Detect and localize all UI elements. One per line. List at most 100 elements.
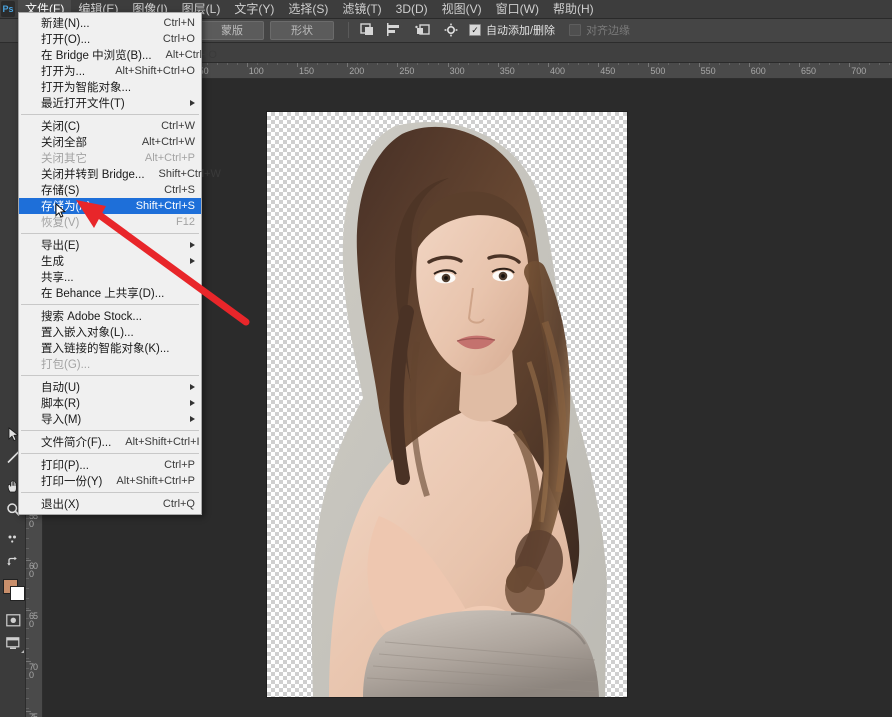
menu-item-shortcut: Ctrl+N: [163, 17, 195, 29]
auto-add-delete-checkbox[interactable]: ✓: [469, 24, 481, 36]
ruler-tick-label: 600: [750, 66, 766, 76]
menu-item-20[interactable]: 搜索 Adobe Stock...: [19, 308, 201, 324]
ruler-tick-label: 300: [449, 66, 465, 76]
path-operations-icon[interactable]: [357, 21, 377, 39]
menu-item-label: 打印(P)...: [41, 460, 89, 472]
menu-item-label: 打开为...: [41, 66, 86, 78]
menu-item-32[interactable]: 打印一份(Y) Alt+Shift+Ctrl+P: [19, 473, 201, 489]
quick-mask-icon[interactable]: [0, 609, 26, 632]
menu-item-shortcut: Ctrl+Q: [162, 498, 195, 510]
gear-icon[interactable]: [441, 21, 461, 39]
ruler-minor-tick: [26, 598, 29, 599]
menu-item-label: 共享...: [41, 272, 74, 284]
ruler-minor-tick: [26, 578, 29, 579]
ruler-tick-label: 250: [399, 66, 415, 76]
menu-item-label: 关闭并转到 Bridge...: [41, 169, 145, 181]
menubar-item-6[interactable]: 滤镜(T): [335, 0, 388, 18]
ruler-minor-tick: [26, 608, 29, 609]
menu-item-17[interactable]: 共享...: [19, 269, 201, 285]
menu-item-0[interactable]: 新建(N)... Ctrl+N: [19, 15, 201, 31]
menu-item-4[interactable]: 打开为智能对象...: [19, 79, 201, 95]
menu-item-2[interactable]: 在 Bridge 中浏览(B)... Alt+Ctrl+O: [19, 47, 217, 63]
menu-item-21[interactable]: 置入嵌入对象(L)...: [19, 324, 201, 340]
menubar-item-8[interactable]: 视图(V): [435, 0, 489, 18]
menu-item-27[interactable]: 导入(M): [19, 411, 201, 427]
menu-item-label: 关闭全部: [41, 137, 87, 149]
menu-item-26[interactable]: 脚本(R): [19, 395, 201, 411]
menu-item-label: 生成: [41, 256, 64, 268]
menu-item-shortcut: Ctrl+P: [164, 459, 195, 471]
menu-item-shortcut: Alt+Shift+Ctrl+O: [115, 65, 195, 77]
menu-item-label: 置入链接的智能对象(K)...: [41, 343, 170, 355]
menu-item-label: 关闭其它: [41, 153, 87, 165]
artboard-transparency[interactable]: [267, 112, 627, 697]
menu-item-label: 打开(O)...: [41, 34, 91, 46]
cutout-portrait-image: [311, 122, 607, 697]
menu-item-25[interactable]: 自动(U): [19, 379, 201, 395]
menu-item-31[interactable]: 打印(P)... Ctrl+P: [19, 457, 201, 473]
file-dropdown-menu[interactable]: 新建(N)... Ctrl+N 打开(O)... Ctrl+O 在 Bridge 中浏览…: [18, 12, 221, 515]
menu-item-34[interactable]: 退出(X) Ctrl+Q: [19, 496, 201, 512]
menu-item-shortcut: Ctrl+O: [162, 33, 195, 45]
menu-item-15[interactable]: 导出(E): [19, 237, 201, 253]
menu-item-label: 脚本(R): [41, 398, 80, 410]
ruler-minor-tick: [26, 538, 29, 539]
ruler-tick-label: 400: [550, 66, 566, 76]
submenu-arrow-icon: [190, 100, 195, 106]
menu-item-29[interactable]: 文件简介(F)... Alt+Shift+Ctrl+I: [19, 434, 201, 450]
ruler-minor-tick: [26, 658, 29, 659]
menu-item-16[interactable]: 生成: [19, 253, 201, 269]
ruler-tick-label: 700: [851, 66, 867, 76]
menu-item-12[interactable]: 存储为(A)... Shift+Ctrl+S: [19, 198, 201, 214]
shape-button[interactable]: 形状: [270, 20, 334, 40]
menu-item-3[interactable]: 打开为... Alt+Shift+Ctrl+O: [19, 63, 201, 79]
photoshop-logo: Ps: [1, 1, 15, 17]
menu-item-9[interactable]: 关闭其它 Alt+Ctrl+P: [19, 150, 201, 166]
menubar-item-10[interactable]: 帮助(H): [546, 0, 601, 18]
menu-item-label: 导出(E): [41, 240, 80, 252]
menu-item-13[interactable]: 恢复(V) F12: [19, 214, 201, 230]
menu-item-10[interactable]: 关闭并转到 Bridge... Shift+Ctrl+W: [19, 166, 221, 182]
ruler-tick-label: 100: [248, 66, 264, 76]
menu-item-shortcut: Alt+Ctrl+W: [141, 136, 195, 148]
ruler-tick-label: 750: [29, 711, 38, 717]
menu-item-22[interactable]: 置入链接的智能对象(K)...: [19, 340, 201, 356]
align-edges-checkbox[interactable]: [569, 24, 582, 36]
menu-separator: [21, 114, 199, 115]
menubar-item-7[interactable]: 3D(D): [389, 0, 435, 18]
path-alignment-icon[interactable]: [385, 21, 405, 39]
ruler-minor-tick: [26, 618, 29, 619]
menu-item-shortcut: Ctrl+W: [161, 120, 195, 132]
ruler-minor-tick: [26, 708, 29, 709]
background-color-swatch[interactable]: [10, 586, 25, 601]
menubar-item-5[interactable]: 选择(S): [281, 0, 335, 18]
ruler-tick-label: 450: [600, 66, 616, 76]
menu-item-shortcut: Alt+Ctrl+P: [144, 152, 195, 164]
auto-add-delete-label: 自动添加/删除: [486, 25, 556, 37]
submenu-arrow-icon: [190, 242, 195, 248]
tool-expand-corner: [21, 650, 24, 653]
menu-item-5[interactable]: 最近打开文件(T): [19, 95, 201, 111]
color-swatches[interactable]: [0, 577, 26, 603]
ruler-minor-tick: [26, 568, 29, 569]
menu-separator: [21, 375, 199, 376]
menu-item-18[interactable]: 在 Behance 上共享(D)...: [19, 285, 201, 301]
swap-colors-icon[interactable]: [0, 550, 26, 573]
ruler-minor-tick: [26, 678, 29, 679]
menu-item-11[interactable]: 存储(S) Ctrl+S: [19, 182, 201, 198]
more-tools-icon[interactable]: [0, 527, 26, 550]
menubar-item-4[interactable]: 文字(Y): [227, 0, 281, 18]
submenu-arrow-icon: [190, 384, 195, 390]
path-arrangement-icon[interactable]: [413, 21, 433, 39]
screen-mode-icon[interactable]: [0, 632, 26, 655]
menu-item-23[interactable]: 打包(G)...: [19, 356, 201, 372]
menu-item-8[interactable]: 关闭全部 Alt+Ctrl+W: [19, 134, 201, 150]
menu-item-7[interactable]: 关闭(C) Ctrl+W: [19, 118, 201, 134]
menu-item-1[interactable]: 打开(O)... Ctrl+O: [19, 31, 201, 47]
menu-separator: [21, 453, 199, 454]
menu-separator: [21, 492, 199, 493]
ruler-tick-label: 150: [299, 66, 315, 76]
mask-button[interactable]: 蒙版: [200, 20, 264, 40]
ruler-minor-tick: [26, 588, 29, 589]
menubar-item-9[interactable]: 窗口(W): [489, 0, 546, 18]
